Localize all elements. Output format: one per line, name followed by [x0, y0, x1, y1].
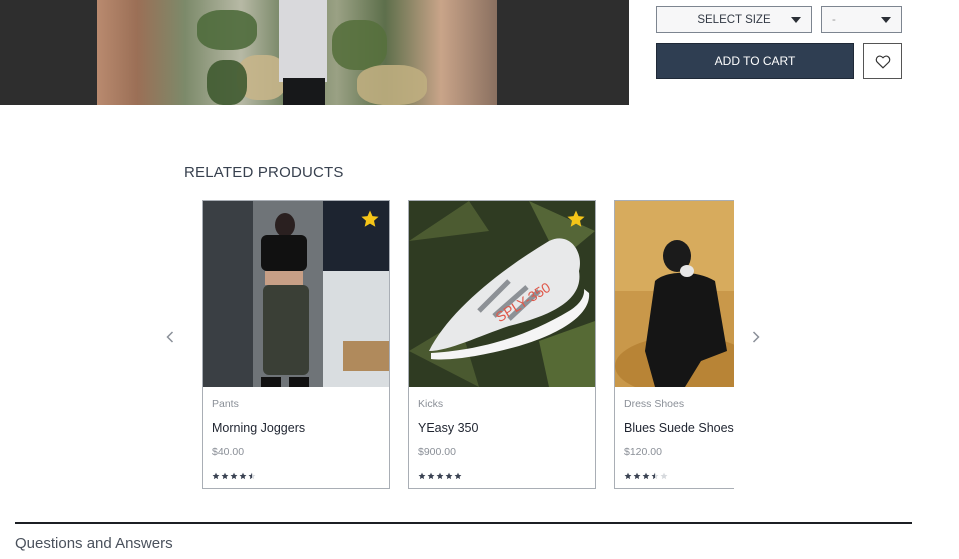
rating-star-icon — [230, 467, 238, 480]
product-price: $900.00 — [418, 446, 456, 458]
chevron-right-icon — [752, 331, 760, 343]
rating-star-icon — [642, 467, 650, 480]
product-category: Pants — [212, 398, 239, 410]
product-name[interactable]: Blues Suede Shoes — [624, 421, 734, 435]
size-select[interactable]: SELECT SIZE — [656, 6, 812, 33]
product-card[interactable]: Dress Shoes Blues Suede Shoes $120.00 — [614, 200, 734, 489]
rating-star-icon — [239, 467, 247, 480]
product-photo — [97, 0, 497, 105]
carousel-next-button[interactable] — [750, 328, 762, 346]
rating-star-icon — [427, 467, 435, 480]
quantity-select[interactable]: - — [821, 6, 902, 33]
product-card[interactable]: Pants Morning Joggers $40.00 — [202, 200, 390, 489]
rating-star-icon — [660, 467, 668, 480]
rating-star-icon — [436, 467, 444, 480]
quantity-select-value: - — [832, 13, 836, 26]
wishlist-button[interactable] — [863, 43, 902, 79]
star-icon — [567, 210, 585, 227]
product-image — [615, 201, 734, 387]
rating-star-icon — [221, 467, 229, 480]
heart-icon — [875, 55, 890, 69]
chevron-left-icon — [166, 331, 174, 343]
product-price: $120.00 — [624, 446, 662, 458]
product-rating — [212, 467, 256, 480]
caret-down-icon — [791, 17, 801, 23]
product-name[interactable]: Morning Joggers — [212, 421, 305, 435]
rating-star-icon — [418, 467, 426, 480]
rating-star-icon — [624, 467, 632, 480]
product-name[interactable]: YEasy 350 — [418, 421, 478, 435]
rating-star-icon — [651, 467, 659, 480]
section-divider — [15, 522, 912, 524]
questions-answers-title[interactable]: Questions and Answers — [15, 535, 173, 552]
product-price: $40.00 — [212, 446, 245, 458]
add-to-cart-label: ADD TO CART — [714, 54, 796, 68]
product-category: Kicks — [418, 398, 444, 410]
rating-star-icon — [454, 467, 462, 480]
product-card[interactable]: SPLY-350 Kicks YEasy 350 $900.00 — [408, 200, 596, 489]
carousel-prev-button[interactable] — [164, 328, 176, 346]
product-rating — [418, 467, 462, 480]
size-select-label: SELECT SIZE — [697, 13, 771, 26]
related-products-title: RELATED PRODUCTS — [184, 164, 344, 181]
product-rating — [624, 467, 668, 480]
star-icon — [361, 210, 379, 227]
related-products-carousel: Pants Morning Joggers $40.00 SPLY-350 Ki… — [202, 200, 734, 490]
rating-star-icon — [633, 467, 641, 480]
caret-down-icon — [881, 17, 891, 23]
product-hero-image — [0, 0, 629, 105]
rating-star-icon — [212, 467, 220, 480]
rating-star-icon — [445, 467, 453, 480]
rating-star-icon — [248, 467, 256, 480]
product-category: Dress Shoes — [624, 398, 685, 410]
add-to-cart-button[interactable]: ADD TO CART — [656, 43, 854, 79]
